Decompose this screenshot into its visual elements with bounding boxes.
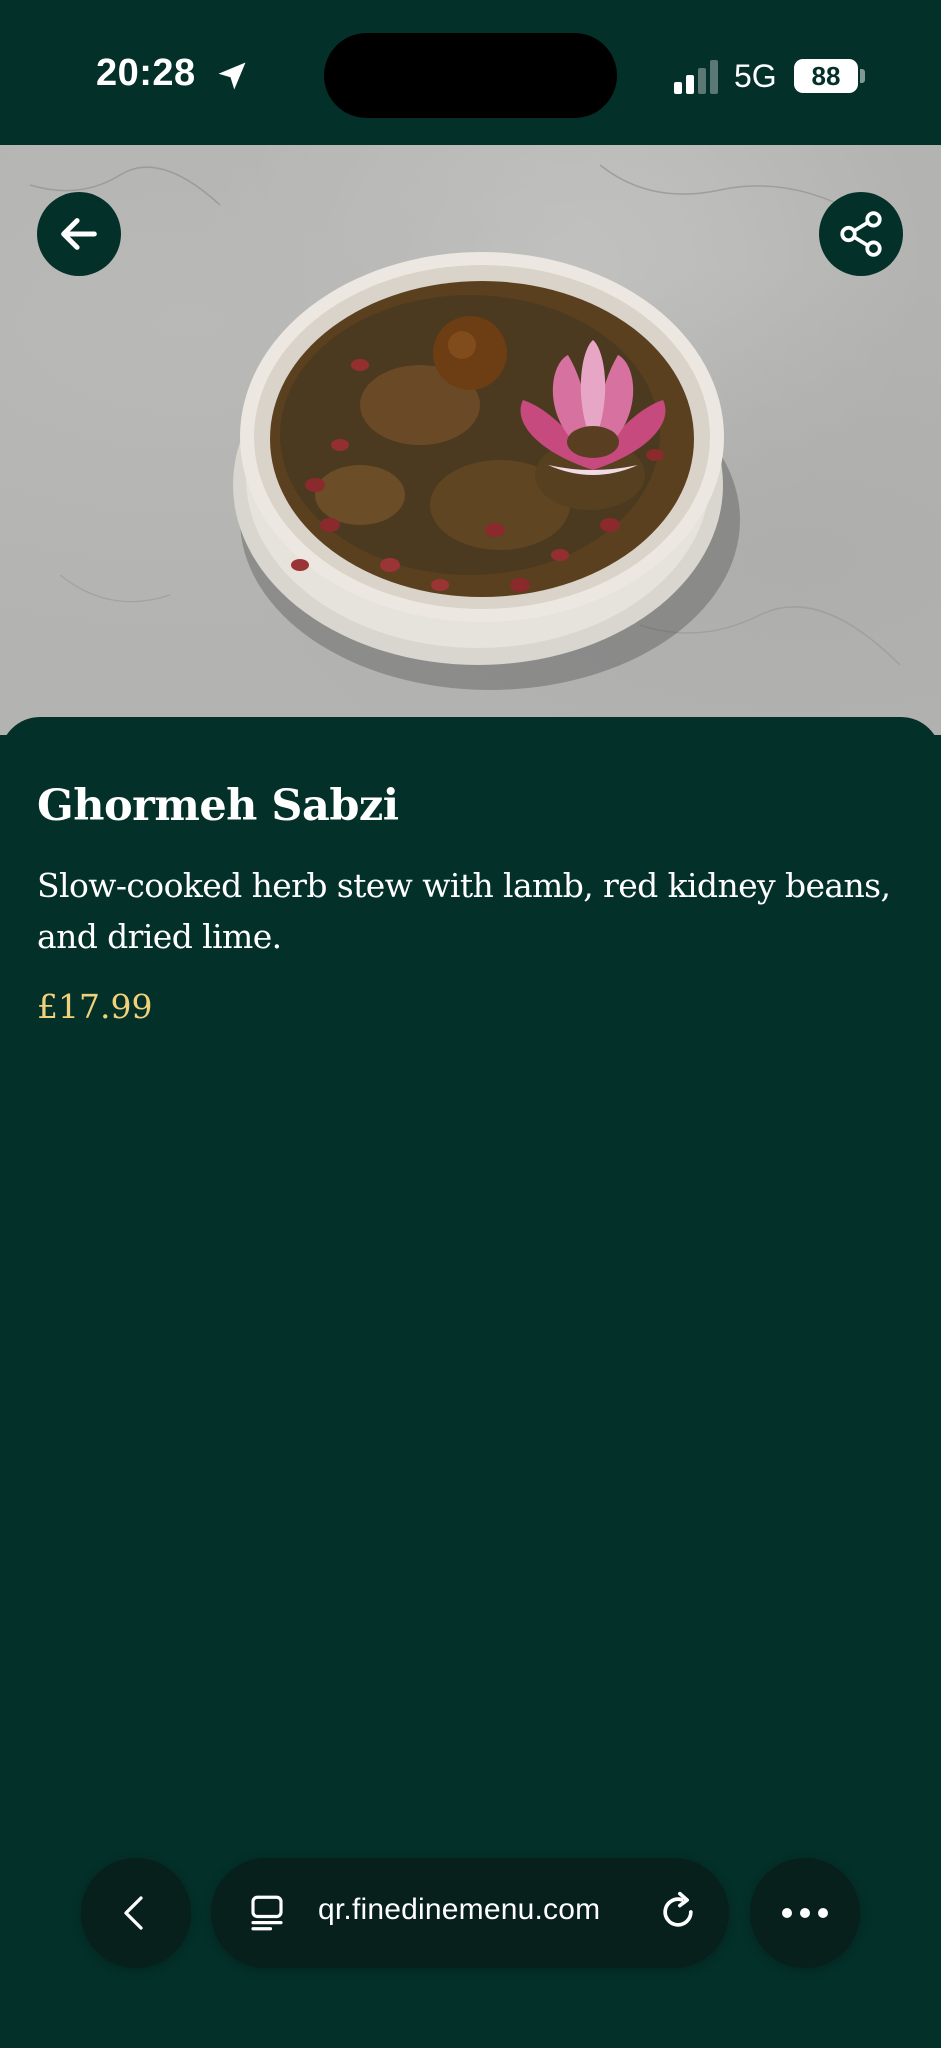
item-price: £17.99 bbox=[37, 987, 153, 1026]
reader-icon[interactable] bbox=[246, 1892, 288, 1934]
battery-level: 88 bbox=[811, 60, 841, 91]
share-icon bbox=[840, 211, 882, 257]
dynamic-island bbox=[324, 33, 617, 118]
battery-icon: 88 bbox=[794, 59, 858, 93]
dish-photo bbox=[0, 145, 941, 735]
status-bar: 20:28 5G 88 bbox=[0, 0, 941, 145]
battery-tip bbox=[860, 69, 865, 83]
dish-illustration bbox=[29, 164, 901, 690]
more-button[interactable] bbox=[750, 1858, 860, 1968]
signal-icon bbox=[674, 60, 718, 94]
more-icon bbox=[782, 1908, 828, 1918]
network-type: 5G bbox=[734, 58, 777, 94]
status-time: 20:28 bbox=[96, 52, 196, 94]
arrow-left-icon bbox=[61, 218, 97, 250]
reload-icon[interactable] bbox=[656, 1890, 700, 1934]
back-button[interactable] bbox=[37, 192, 121, 276]
chevron-left-icon bbox=[124, 1896, 143, 1930]
browser-back-button[interactable] bbox=[81, 1858, 191, 1968]
location-arrow-icon bbox=[218, 62, 246, 90]
item-name: Ghormeh Sabzi bbox=[37, 781, 399, 831]
item-description: Slow-cooked herb stew with lamb, red kid… bbox=[37, 866, 891, 956]
url-text[interactable]: qr.finedinemenu.com bbox=[318, 1893, 600, 1927]
share-button[interactable] bbox=[819, 192, 903, 276]
